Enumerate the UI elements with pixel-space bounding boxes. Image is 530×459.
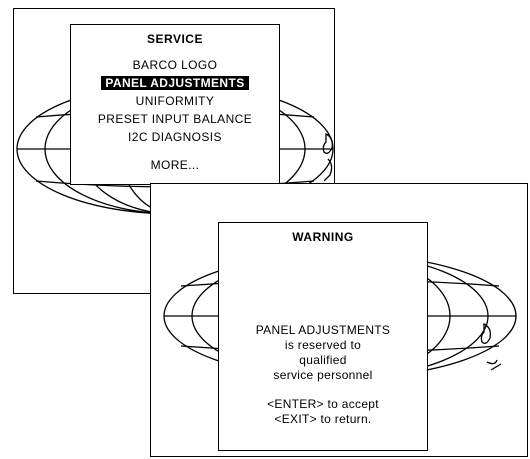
menu-item-label: MORE... xyxy=(150,158,200,172)
service-menu-panel: SERVICE BARCO LOGO PANEL ADJUSTMENTS UNI… xyxy=(70,24,280,185)
exit-return-hint[interactable]: <EXIT> to return. xyxy=(219,412,427,427)
menu-item-preset-input-balance[interactable]: PRESET INPUT BALANCE xyxy=(71,110,279,128)
warning-message-line: qualified xyxy=(299,353,347,367)
menu-item-label: BARCO LOGO xyxy=(132,58,218,72)
menu-item-more[interactable]: MORE... xyxy=(71,156,279,174)
warning-message-line: service personnel xyxy=(273,368,373,382)
warning-message-line: PANEL ADJUSTMENTS xyxy=(255,323,391,337)
warning-title: WARNING xyxy=(292,230,354,244)
service-menu-title: SERVICE xyxy=(147,32,203,46)
menu-item-label-selected: PANEL ADJUSTMENTS xyxy=(101,76,249,90)
menu-item-i2c-diagnosis[interactable]: I2C DIAGNOSIS xyxy=(71,128,279,146)
enter-accept-hint[interactable]: <ENTER> to accept xyxy=(219,397,427,412)
warning-message: PANEL ADJUSTMENTS is reserved to qualifi… xyxy=(219,323,427,383)
menu-item-label: PRESET INPUT BALANCE xyxy=(97,112,253,126)
warning-screen: WARNING PANEL ADJUSTMENTS is reserved to… xyxy=(150,183,528,457)
menu-item-label: I2C DIAGNOSIS xyxy=(128,130,222,144)
warning-dialog: WARNING PANEL ADJUSTMENTS is reserved to… xyxy=(218,222,428,451)
service-menu-list: BARCO LOGO PANEL ADJUSTMENTS UNIFORMITY … xyxy=(71,56,279,146)
warning-actions: <ENTER> to accept <EXIT> to return. xyxy=(219,397,427,427)
menu-item-panel-adjustments[interactable]: PANEL ADJUSTMENTS xyxy=(71,74,279,92)
menu-item-label: UNIFORMITY xyxy=(135,94,215,108)
menu-item-uniformity[interactable]: UNIFORMITY xyxy=(71,92,279,110)
warning-message-line: is reserved to xyxy=(284,338,362,352)
menu-item-barco-logo[interactable]: BARCO LOGO xyxy=(71,56,279,74)
